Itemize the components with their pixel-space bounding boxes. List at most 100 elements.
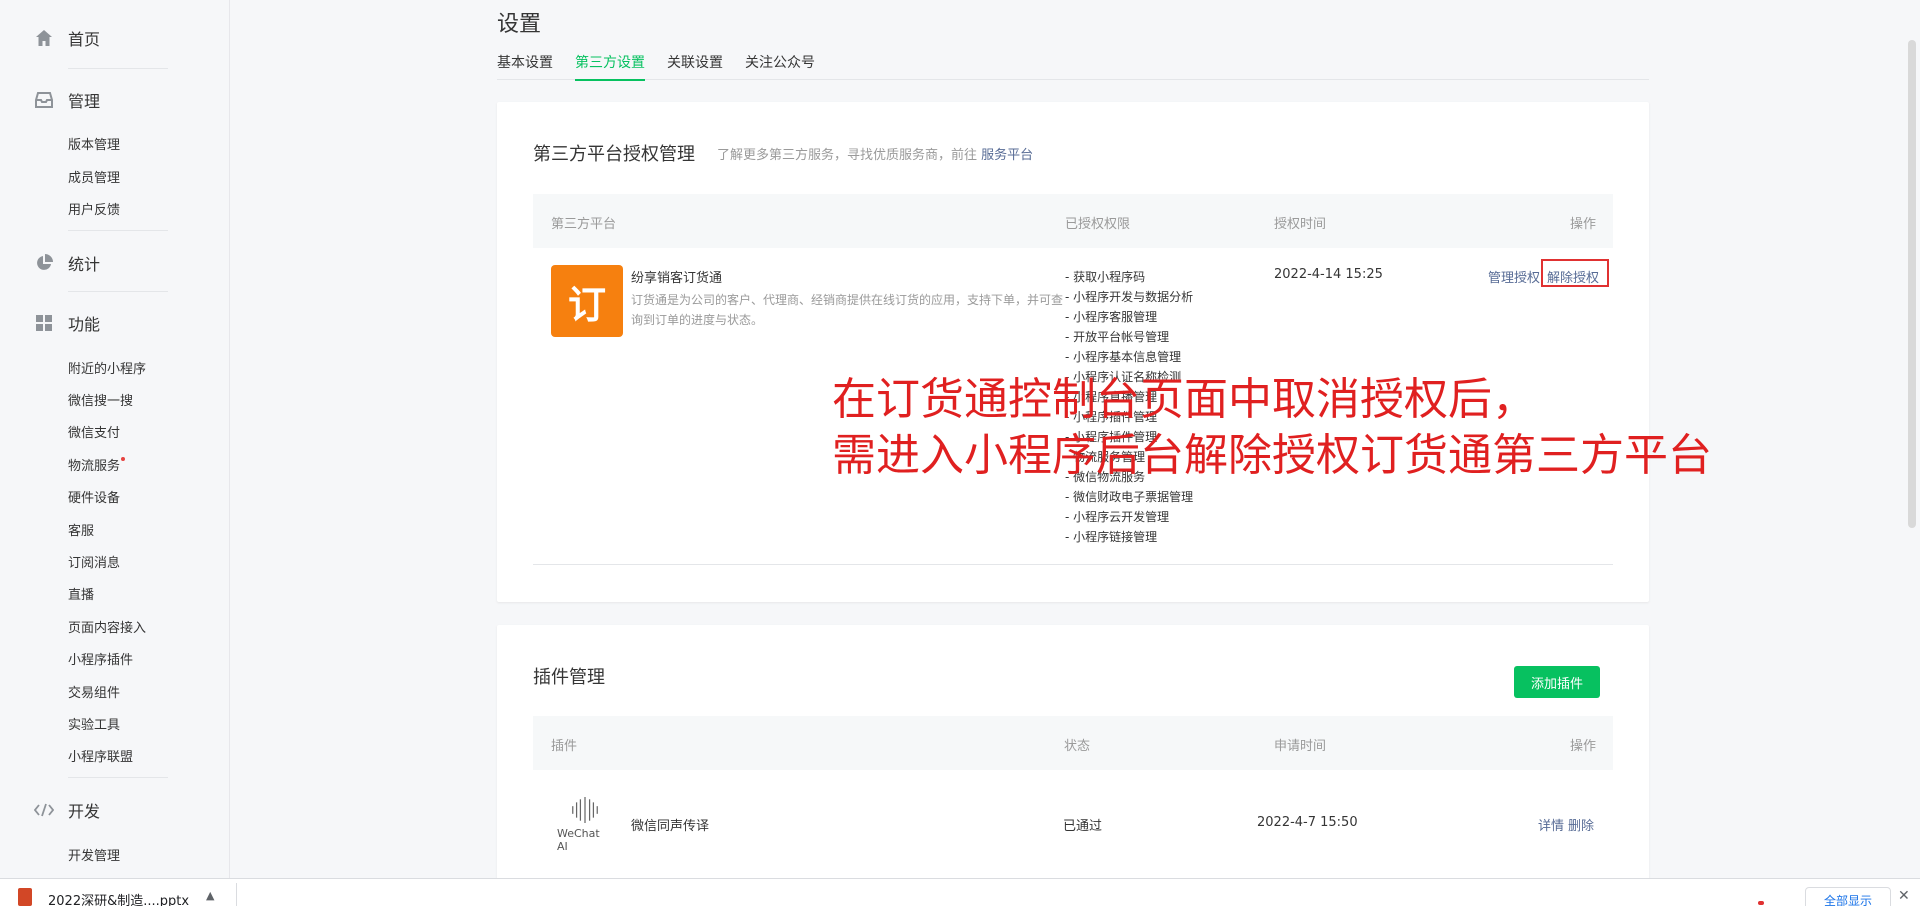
list-item: - 微信财政电子票据管理 (1065, 490, 1194, 504)
plugin-detail-link[interactable]: 详情 (1538, 815, 1564, 834)
list-item: - 小程序插件管理 (1065, 410, 1158, 424)
list-item: - 小程序插件管理 (1065, 430, 1158, 444)
app-name: 纷享销客订货通 (631, 271, 723, 286)
tab-related[interactable]: 关联设置 (667, 52, 723, 80)
sidebar-item-dev-manage[interactable]: 开发管理 (68, 845, 120, 864)
list-item: - 开放平台帐号管理 (1065, 330, 1170, 344)
divider (68, 291, 168, 292)
sidebar-item-subscribe[interactable]: 订阅消息 (68, 552, 120, 571)
app-logo-text: 订 (567, 282, 606, 327)
sidebar: 首页 管理 版本管理 成员管理 用户反馈 统计 功能 附近的小程序 微信搜一搜 … (0, 0, 230, 878)
show-all-button[interactable]: 全部显示 (1805, 887, 1891, 906)
third-party-table-header: 第三方平台 已授权权限 授权时间 操作 (533, 194, 1613, 248)
col-permissions: 已授权权限 (1065, 217, 1131, 232)
manage-auth-link[interactable]: 管理授权 (1488, 267, 1540, 286)
divider (68, 230, 168, 231)
sidebar-item-alliance[interactable]: 小程序联盟 (68, 746, 133, 765)
plugin-logo-brand: WeChat AI (557, 827, 600, 853)
page-scrollbar[interactable] (1902, 0, 1920, 878)
plugin-management-card: 插件管理 添加插件 插件 状态 申请时间 操作 WeChat AI 微信同声传译… (497, 625, 1649, 885)
sidebar-item-trade[interactable]: 交易组件 (68, 682, 120, 701)
divider (68, 777, 168, 778)
sidebar-logistics-label: 物流服务 (68, 459, 121, 474)
service-platform-link[interactable]: 服务平台 (981, 148, 1033, 163)
third-party-subtitle: 了解更多第三方服务，寻找优质服务商，前往 服务平台 (717, 144, 1033, 163)
notification-dot (1758, 901, 1764, 905)
sidebar-item-live[interactable]: 直播 (68, 584, 94, 603)
download-bar: 2022深研&制造....pptx ▲ 全部显示 ✕ (0, 878, 1920, 906)
list-item: - 小程序开发与数据分析 (1065, 290, 1194, 304)
list-item: - 物流服务管理 (1065, 450, 1146, 464)
sidebar-item-features[interactable]: 功能 (34, 311, 100, 335)
tab-follow-account[interactable]: 关注公众号 (745, 52, 815, 80)
pie-chart-icon (34, 253, 54, 273)
sidebar-stats-label: 统计 (68, 255, 101, 274)
sidebar-item-search[interactable]: 微信搜一搜 (68, 390, 133, 409)
add-plugin-button[interactable]: 添加插件 (1514, 666, 1600, 698)
sidebar-item-pay[interactable]: 微信支付 (68, 422, 120, 441)
plugin-title: 插件管理 (533, 667, 605, 688)
third-party-auth-card: 第三方平台授权管理 了解更多第三方服务，寻找优质服务商，前往 服务平台 第三方平… (497, 102, 1649, 602)
sidebar-item-service[interactable]: 客服 (68, 520, 94, 539)
sidebar-item-stats[interactable]: 统计 (34, 251, 100, 275)
col-plugin: 插件 (551, 739, 578, 754)
waveform-icon (572, 797, 598, 823)
download-file-name[interactable]: 2022深研&制造....pptx (48, 890, 189, 906)
plugin-table-header: 插件 状态 申请时间 操作 (533, 716, 1613, 770)
chevron-up-icon[interactable]: ▲ (206, 889, 214, 902)
notification-dot (121, 457, 126, 461)
list-item: - 小程序直播管理 (1065, 390, 1158, 404)
list-item: - 微信物流服务 (1065, 470, 1146, 484)
settings-tabs: 基本设置 第三方设置 关联设置 关注公众号 (497, 52, 1649, 81)
close-icon[interactable]: ✕ (1898, 888, 1910, 904)
sidebar-item-home[interactable]: 首页 (34, 26, 100, 50)
sidebar-manage-label: 管理 (68, 92, 101, 111)
col-actions: 操作 (1570, 739, 1597, 754)
sidebar-item-plugins[interactable]: 小程序插件 (68, 649, 133, 668)
list-item: - 获取小程序码 (1065, 270, 1146, 284)
divider (533, 564, 1613, 565)
list-item: - 小程序链接管理 (1065, 530, 1158, 544)
list-item: - 小程序客服管理 (1065, 310, 1158, 324)
sidebar-features-label: 功能 (68, 315, 101, 334)
sidebar-dev-label: 开发 (68, 802, 101, 821)
sidebar-item-feedback[interactable]: 用户反馈 (68, 199, 120, 218)
col-actions: 操作 (1570, 217, 1597, 232)
col-auth-time: 授权时间 (1274, 217, 1327, 232)
col-platform: 第三方平台 (551, 217, 617, 232)
sidebar-item-content[interactable]: 页面内容接入 (68, 617, 146, 636)
col-status: 状态 (1064, 739, 1091, 754)
revoke-auth-link[interactable]: 解除授权 (1541, 259, 1609, 287)
third-party-subtitle-text: 了解更多第三方服务，寻找优质服务商，前往 (717, 148, 978, 163)
plugin-status: 已通过 (1063, 819, 1103, 834)
sidebar-item-nearby[interactable]: 附近的小程序 (68, 358, 146, 377)
home-icon (34, 28, 54, 48)
list-item: - 小程序基本信息管理 (1065, 350, 1182, 364)
sidebar-home-label: 首页 (68, 30, 101, 49)
tab-third-party[interactable]: 第三方设置 (575, 52, 645, 81)
divider (236, 883, 237, 906)
list-item: - 小程序认证名称检测 (1065, 370, 1182, 384)
scrollbar-thumb[interactable] (1908, 40, 1916, 528)
plugin-apply-time: 2022-4-7 15:50 (1257, 815, 1358, 830)
sidebar-item-manage[interactable]: 管理 (34, 88, 100, 112)
third-party-title: 第三方平台授权管理 (533, 144, 695, 165)
plugin-delete-link[interactable]: 删除 (1568, 815, 1594, 834)
list-item: - 小程序云开发管理 (1065, 510, 1170, 524)
sidebar-item-lab[interactable]: 实验工具 (68, 714, 120, 733)
sidebar-item-version[interactable]: 版本管理 (68, 134, 120, 153)
inbox-icon (34, 90, 54, 110)
permission-list: - 获取小程序码 - 小程序开发与数据分析 - 小程序客服管理 - 开放平台帐号… (1065, 267, 1193, 547)
sidebar-item-hardware[interactable]: 硬件设备 (68, 487, 120, 506)
sidebar-item-logistics[interactable]: 物流服务 (68, 455, 126, 474)
auth-time: 2022-4-14 15:25 (1274, 267, 1383, 282)
code-icon (34, 800, 54, 820)
app-description: 订货通是为公司的客户、代理商、经销商提供在线订货的应用，支持下单，并可查询到订单… (631, 293, 1064, 327)
sidebar-item-dev[interactable]: 开发 (34, 798, 100, 822)
col-apply-time: 申请时间 (1274, 739, 1327, 754)
pptx-file-icon (18, 888, 32, 906)
sidebar-item-members[interactable]: 成员管理 (68, 167, 120, 186)
tab-basic[interactable]: 基本设置 (497, 52, 553, 80)
page-title: 设置 (497, 12, 542, 37)
app-logo: 订 (551, 265, 623, 337)
